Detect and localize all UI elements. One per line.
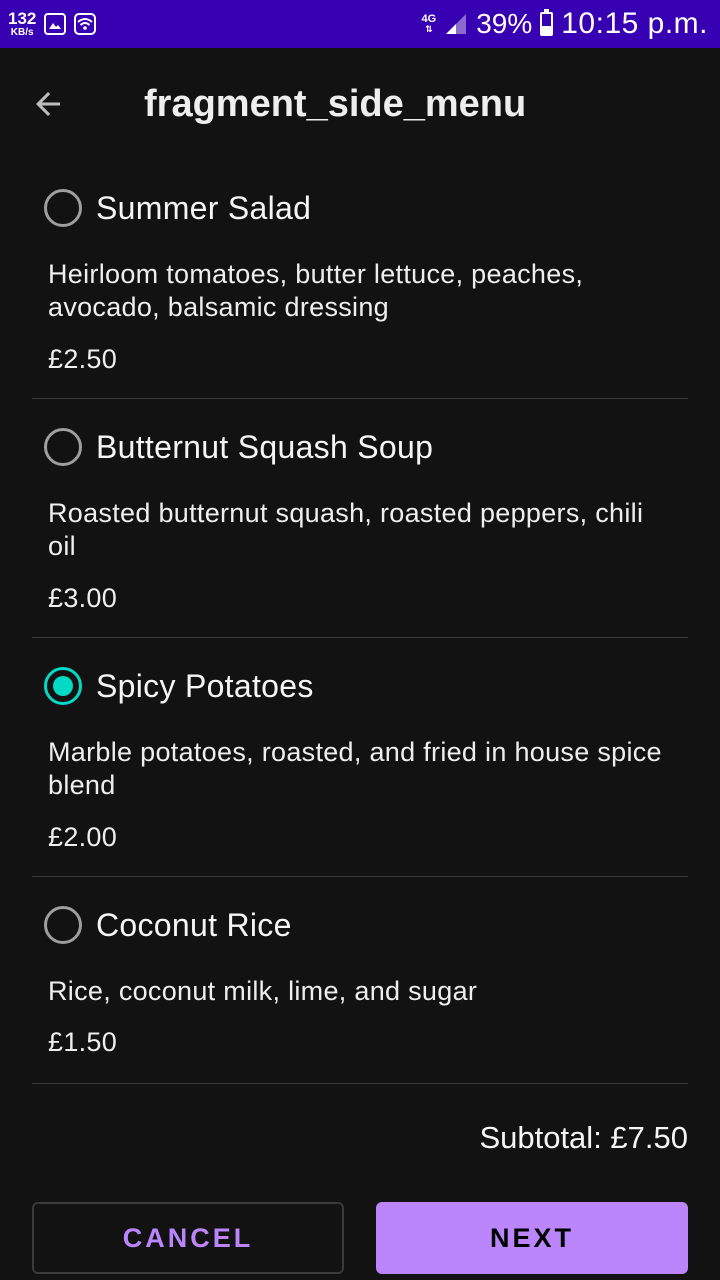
arrow-back-icon	[36, 92, 60, 116]
next-button[interactable]: NEXT	[376, 1202, 688, 1274]
page-title: fragment_side_menu	[144, 83, 527, 125]
menu-item-summer-salad[interactable]: Summer Salad Heirloom tomatoes, butter l…	[32, 160, 688, 399]
menu-item-price: £3.00	[48, 583, 118, 613]
menu-item-header: Summer Salad	[44, 189, 311, 227]
menu-item-butternut-squash-soup[interactable]: Butternut Squash Soup Roasted butternut …	[32, 399, 688, 638]
clock: 10:15 p.m.	[561, 7, 708, 40]
menu-item-description: Heirloom tomatoes, butter lettuce, peach…	[48, 259, 584, 322]
side-menu-list: Summer Salad Heirloom tomatoes, butter l…	[32, 160, 688, 1084]
image-icon	[44, 13, 67, 35]
menu-item-description: Roasted butternut squash, roasted pepper…	[48, 498, 644, 561]
subtotal: Subtotal: £7.50	[479, 1120, 688, 1155]
radio-button[interactable]	[44, 906, 82, 944]
signal-icon	[446, 14, 467, 34]
menu-item-price: £2.50	[48, 344, 118, 374]
menu-item-price: £2.00	[48, 822, 118, 852]
network-type: 4G ⇅	[421, 13, 437, 34]
net-speed-indicator: 132 KB/s	[8, 10, 36, 38]
app-bar: fragment_side_menu	[0, 48, 720, 160]
radio-button[interactable]	[44, 189, 82, 227]
menu-item-spicy-potatoes[interactable]: Spicy Potatoes Marble potatoes, roasted,…	[32, 638, 688, 877]
net-speed-value: 132	[8, 9, 37, 28]
battery-percent: 39%	[476, 8, 533, 39]
menu-item-name: Coconut Rice	[96, 906, 292, 943]
radio-button-selected[interactable]	[44, 667, 82, 705]
menu-item-price: £1.50	[48, 1027, 118, 1057]
wifi-icon	[74, 13, 97, 35]
menu-item-name: Butternut Squash Soup	[96, 428, 434, 465]
radio-button[interactable]	[44, 428, 82, 466]
menu-item-description: Rice, coconut milk, lime, and sugar	[48, 976, 478, 1006]
menu-item-header: Butternut Squash Soup	[44, 428, 433, 466]
net-speed-unit: KB/s	[10, 27, 34, 38]
back-button[interactable]	[24, 82, 72, 126]
menu-item-coconut-rice[interactable]: Coconut Rice Rice, coconut milk, lime, a…	[32, 877, 688, 1084]
radio-dot	[53, 676, 73, 696]
status-bar: 132 KB/s 4G ⇅ 39% 10:15 p.m.	[0, 0, 720, 48]
menu-item-name: Spicy Potatoes	[96, 667, 314, 704]
menu-item-header: Coconut Rice	[44, 906, 292, 944]
menu-item-name: Summer Salad	[96, 189, 312, 226]
menu-item-header: Spicy Potatoes	[44, 667, 314, 705]
menu-item-description: Marble potatoes, roasted, and fried in h…	[48, 737, 662, 800]
battery-icon	[540, 9, 554, 36]
cancel-button[interactable]: CANCEL	[32, 1202, 344, 1274]
